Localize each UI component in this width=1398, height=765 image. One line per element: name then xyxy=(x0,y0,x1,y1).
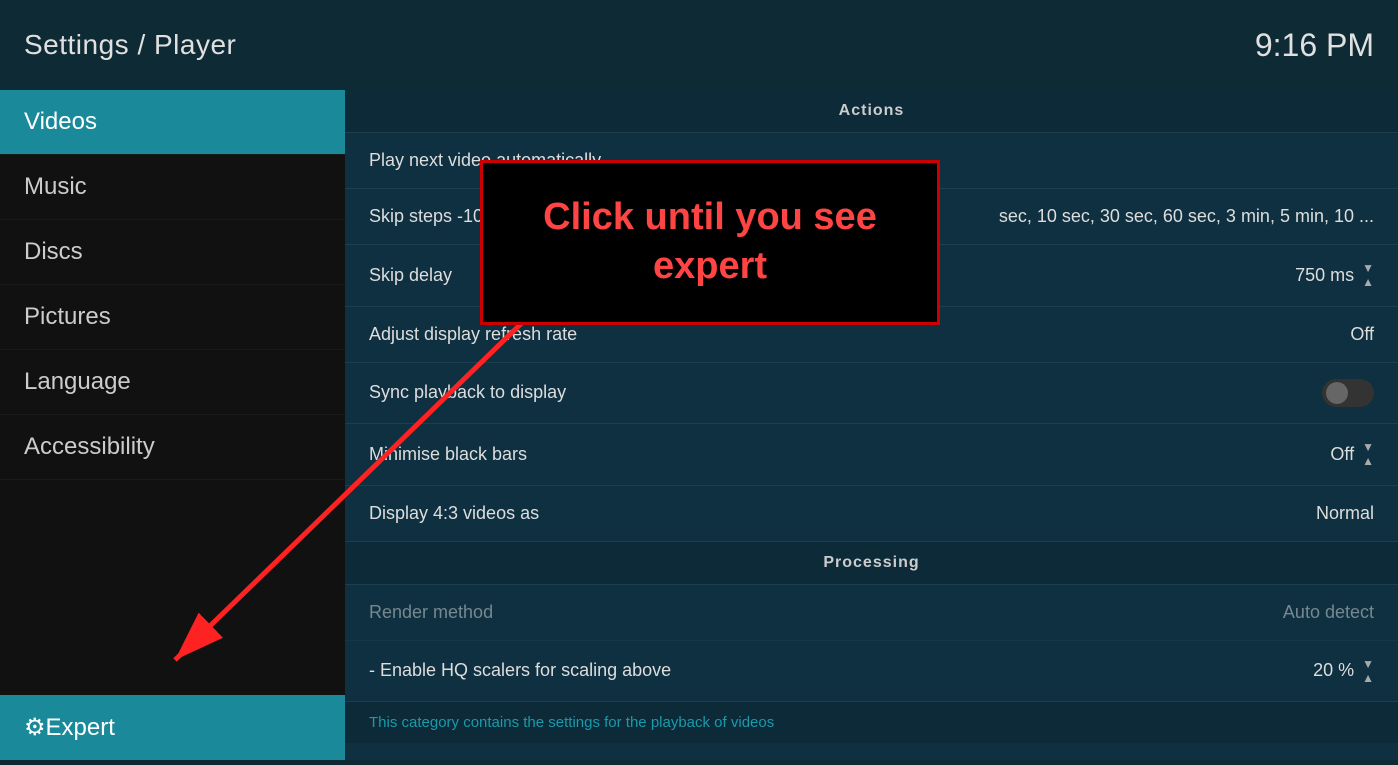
clock: 9:16 PM xyxy=(1255,27,1374,64)
sidebar: Videos Music Discs Pictures Language Acc… xyxy=(0,90,345,760)
enable-hq-scalers-label: - Enable HQ scalers for scaling above xyxy=(369,660,671,681)
setting-display-43[interactable]: Display 4:3 videos as Normal xyxy=(345,486,1398,542)
language-label: Language xyxy=(24,368,131,396)
setting-enable-hq-scalers[interactable]: - Enable HQ scalers for scaling above 20… xyxy=(345,641,1398,703)
sidebar-item-expert[interactable]: ⚙ Expert xyxy=(0,695,345,760)
sync-playback-value xyxy=(1322,379,1374,407)
section-processing-header: Processing xyxy=(345,542,1398,585)
skip-steps-value: sec, 10 sec, 30 sec, 60 sec, 3 min, 5 mi… xyxy=(999,206,1374,227)
minimise-black-bars-label: Minimise black bars xyxy=(369,444,527,465)
sidebar-item-language[interactable]: Language xyxy=(0,350,345,415)
render-method-label: Render method xyxy=(369,602,493,623)
videos-label: Videos xyxy=(24,108,97,136)
music-label: Music xyxy=(24,173,87,201)
setting-render-method: Render method Auto detect xyxy=(345,585,1398,641)
toggle-knob xyxy=(1326,382,1348,404)
expert-label: Expert xyxy=(46,714,115,742)
accessibility-label: Accessibility xyxy=(24,433,155,461)
page-title: Settings / Player xyxy=(24,29,236,61)
render-method-value: Auto detect xyxy=(1283,602,1374,623)
adjust-display-value: Off xyxy=(1350,324,1374,345)
sidebar-item-discs[interactable]: Discs xyxy=(0,220,345,285)
popup-text: Click until you see expert xyxy=(519,193,901,292)
popup-overlay: Click until you see expert xyxy=(480,160,940,325)
setting-minimise-black-bars[interactable]: Minimise black bars Off ▼▲ xyxy=(345,424,1398,486)
pictures-label: Pictures xyxy=(24,303,111,331)
display-43-value: Normal xyxy=(1316,503,1374,524)
sidebar-item-videos[interactable]: Videos xyxy=(0,90,345,155)
skip-delay-arrows: ▼▲ xyxy=(1362,261,1374,290)
setting-sync-playback[interactable]: Sync playback to display xyxy=(345,363,1398,424)
minimise-black-bars-value: Off ▼▲ xyxy=(1330,440,1374,469)
sync-playback-toggle[interactable] xyxy=(1322,379,1374,407)
gear-icon: ⚙ xyxy=(24,713,46,742)
sync-playback-label: Sync playback to display xyxy=(369,382,566,403)
header: Settings / Player 9:16 PM xyxy=(0,0,1398,90)
sidebar-item-pictures[interactable]: Pictures xyxy=(0,285,345,350)
sidebar-item-accessibility[interactable]: Accessibility xyxy=(0,415,345,480)
skip-delay-label: Skip delay xyxy=(369,265,452,286)
skip-delay-value: 750 ms ▼▲ xyxy=(1295,261,1374,290)
sidebar-item-music[interactable]: Music xyxy=(0,155,345,220)
display-43-label: Display 4:3 videos as xyxy=(369,503,539,524)
enable-hq-scalers-value: 20 % ▼▲ xyxy=(1313,657,1374,686)
footer-description: This category contains the settings for … xyxy=(345,702,1398,743)
minimise-black-bars-arrows: ▼▲ xyxy=(1362,440,1374,469)
adjust-display-label: Adjust display refresh rate xyxy=(369,324,577,345)
sidebar-spacer xyxy=(0,480,345,695)
section-actions-header: Actions xyxy=(345,90,1398,133)
discs-label: Discs xyxy=(24,238,83,266)
enable-hq-scalers-arrows: ▼▲ xyxy=(1362,657,1374,686)
